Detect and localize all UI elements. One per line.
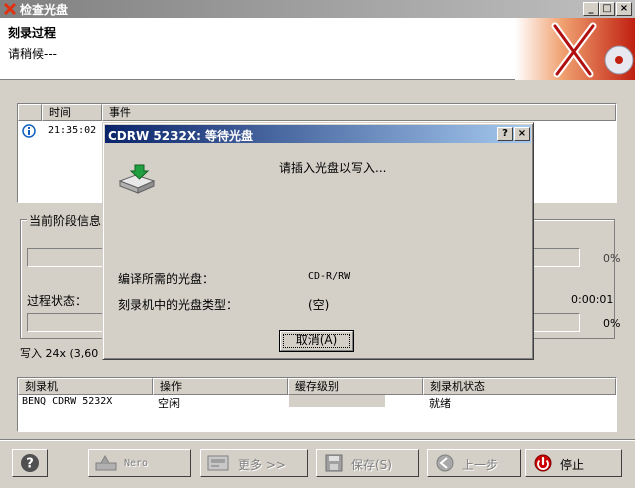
log-column-icon[interactable] bbox=[18, 104, 42, 121]
dialog-cancel-button[interactable]: 取消(A) bbox=[279, 330, 354, 352]
dialog-message: 请插入光盘以写入... bbox=[279, 161, 387, 175]
stage-percent: 0% bbox=[603, 252, 621, 265]
drive-column-buffer[interactable]: 缓存级别 bbox=[288, 378, 423, 395]
nero-button-label: Nero bbox=[124, 458, 149, 469]
drive-status: 就绪 bbox=[429, 397, 451, 410]
more-button-label: 更多 >> bbox=[238, 458, 286, 472]
nero-app-icon bbox=[3, 2, 17, 16]
log-time: 21:35:02 bbox=[48, 125, 97, 136]
nero-button[interactable]: Nero bbox=[88, 449, 191, 477]
help-button[interactable]: ? bbox=[12, 449, 48, 477]
drive-column-status[interactable]: 刻录机状态 bbox=[423, 378, 616, 395]
nero-logo-icon bbox=[515, 18, 635, 80]
recorder-list[interactable]: 刻录机 操作 缓存级别 刻录机状态 BENQ CDRW 5232X 空闲 就绪 bbox=[17, 377, 617, 432]
table-row[interactable]: BENQ CDRW 5232X 空闲 就绪 bbox=[18, 394, 616, 410]
maximize-button[interactable]: □ bbox=[599, 2, 615, 16]
page-subtitle: 请稍候--- bbox=[8, 47, 57, 61]
window-title-bar[interactable]: 检查光盘 _ □ × bbox=[0, 0, 635, 18]
dialog-close-button[interactable]: × bbox=[514, 127, 530, 141]
stop-button[interactable]: 停止 bbox=[525, 449, 622, 477]
process-status-label: 过程状态： bbox=[27, 294, 88, 308]
write-speed-info: 写入 24x (3,60 bbox=[20, 347, 99, 360]
save-button[interactable]: 保存(S) bbox=[316, 449, 419, 477]
header-panel: 刻录过程 请稍候--- bbox=[0, 18, 635, 80]
more-icon bbox=[207, 455, 229, 471]
dialog-title-bar[interactable]: CDRW 5232X: 等待光盘 ? × bbox=[105, 125, 531, 143]
dialog-cancel-label: 取消(A) bbox=[295, 333, 338, 347]
back-button-label: 上一步 bbox=[462, 458, 499, 472]
current-disc-value: (空) bbox=[308, 298, 330, 312]
bottom-separator bbox=[0, 439, 635, 441]
stop-icon bbox=[534, 454, 552, 472]
more-button[interactable]: 更多 >> bbox=[200, 449, 308, 477]
dialog-help-button[interactable]: ? bbox=[497, 127, 513, 141]
log-column-time[interactable]: 时间 bbox=[42, 104, 102, 121]
window-title: 检查光盘 bbox=[20, 3, 69, 17]
drive-column-operation[interactable]: 操作 bbox=[153, 378, 288, 395]
drive-column-recorder[interactable]: 刻录机 bbox=[18, 378, 153, 395]
dialog-title: CDRW 5232X: 等待光盘 bbox=[108, 129, 254, 143]
insert-disc-drive-icon bbox=[118, 164, 156, 194]
minimize-button[interactable]: _ bbox=[583, 2, 599, 16]
help-icon: ? bbox=[21, 454, 39, 472]
buffer-level-bar bbox=[289, 395, 385, 407]
save-disk-icon bbox=[325, 454, 343, 472]
required-disc-value: CD-R/RW bbox=[308, 271, 351, 282]
info-icon bbox=[22, 124, 36, 138]
log-column-event[interactable]: 事件 bbox=[102, 104, 616, 121]
close-button[interactable]: × bbox=[616, 2, 632, 16]
nero-burn-icon bbox=[95, 454, 117, 471]
back-arrow-icon bbox=[436, 454, 454, 472]
back-button[interactable]: 上一步 bbox=[427, 449, 521, 477]
required-disc-label: 编译所需的光盘： bbox=[118, 272, 215, 286]
process-percent: 0% bbox=[603, 317, 621, 330]
stage-group-label: 当前阶段信息 bbox=[27, 212, 104, 229]
drive-operation: 空闲 bbox=[158, 397, 180, 410]
save-button-label: 保存(S) bbox=[351, 458, 392, 472]
help-icon-glyph: ? bbox=[26, 457, 34, 472]
drive-name: BENQ CDRW 5232X bbox=[22, 396, 113, 407]
elapsed-time: 0:00:01 bbox=[571, 293, 614, 306]
wait-disc-dialog[interactable]: CDRW 5232X: 等待光盘 ? × 请插入光盘以写入... 编译所需的光盘… bbox=[102, 122, 534, 360]
current-disc-label: 刻录机中的光盘类型： bbox=[118, 298, 239, 312]
stop-button-label: 停止 bbox=[560, 458, 585, 472]
page-title: 刻录过程 bbox=[8, 26, 57, 40]
